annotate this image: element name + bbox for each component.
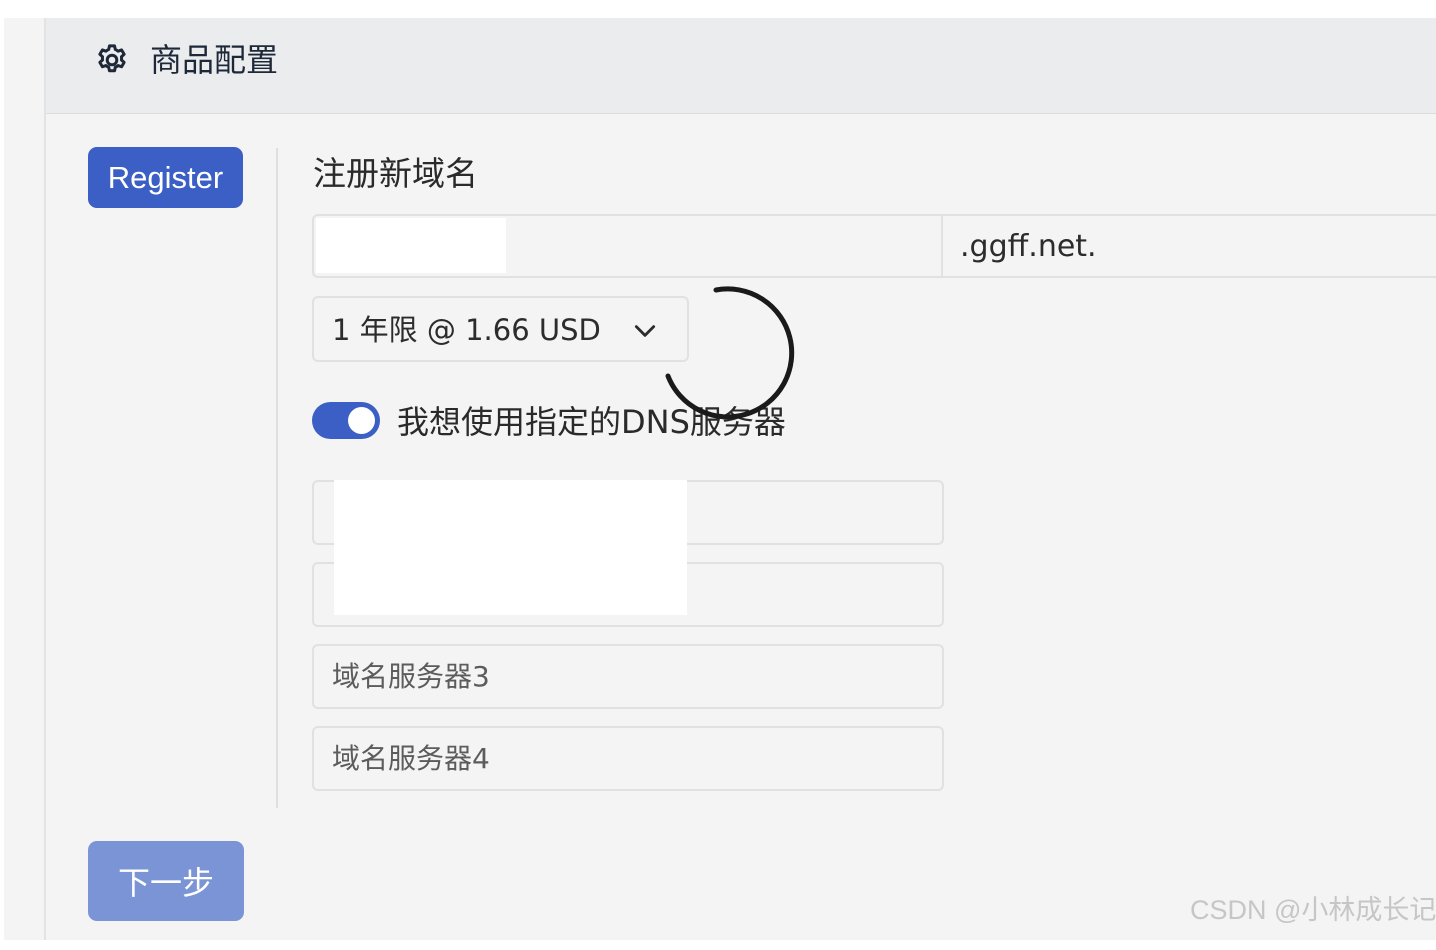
next-step-button[interactable]: 下一步 — [88, 841, 244, 921]
page-title: 商品配置 — [150, 41, 279, 79]
nameserver-3-input[interactable] — [312, 644, 944, 709]
page-header: 商品配置 — [46, 18, 1436, 114]
domain-suffix: .ggff.net. — [960, 229, 1097, 264]
chevron-down-icon — [634, 325, 656, 337]
domain-name-input[interactable] — [316, 218, 506, 273]
toggle-knob — [348, 407, 375, 434]
watermark: CSDN @小林成长记 — [1190, 895, 1436, 925]
dns-toggle-label: 我想使用指定的DNS服务器 — [397, 403, 786, 441]
left-border — [44, 18, 46, 940]
period-selected-value: 1 年限 @ 1.66 USD — [332, 313, 601, 347]
redaction-overlay — [334, 480, 687, 615]
registration-period-select[interactable]: 1 年限 @ 1.66 USD — [312, 296, 689, 362]
domain-separator — [941, 214, 943, 278]
domain-input-group: .ggff.net. — [312, 214, 1436, 278]
nameserver-4-input[interactable] — [312, 726, 944, 791]
section-title: 注册新域名 — [313, 154, 478, 193]
register-button[interactable]: Register — [88, 147, 243, 208]
page-frame: 商品配置 Register 注册新域名 .ggff.net. 1 年限 @ 1.… — [4, 18, 1436, 940]
dns-toggle-switch[interactable] — [312, 402, 380, 439]
gear-icon — [98, 44, 126, 73]
vertical-divider — [276, 148, 278, 808]
